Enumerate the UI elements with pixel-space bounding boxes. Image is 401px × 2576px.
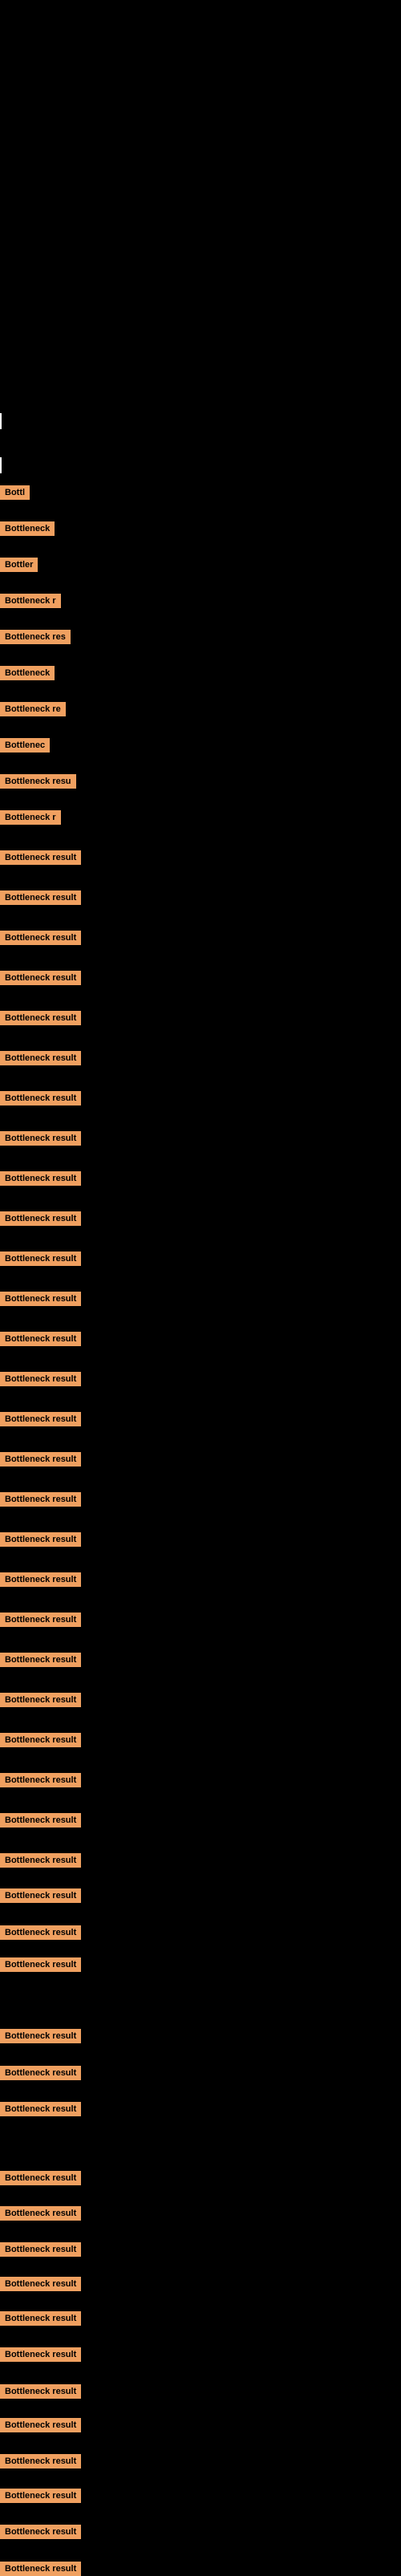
bottleneck-label-30: Bottleneck result bbox=[0, 1653, 81, 1667]
bottleneck-label-29: Bottleneck result bbox=[0, 1613, 81, 1627]
bottleneck-label-52: Bottleneck result bbox=[0, 2525, 81, 2539]
bottleneck-label-14: Bottleneck result bbox=[0, 1011, 81, 1025]
bottleneck-label-42: Bottleneck result bbox=[0, 2171, 81, 2185]
bottleneck-label-6: Bottleneck re bbox=[0, 702, 66, 716]
bottleneck-label-45: Bottleneck result bbox=[0, 2277, 81, 2291]
bottleneck-label-37: Bottleneck result bbox=[0, 1925, 81, 1940]
bottleneck-label-5: Bottleneck bbox=[0, 666, 55, 680]
bottleneck-label-12: Bottleneck result bbox=[0, 931, 81, 945]
bottleneck-label-7: Bottlenec bbox=[0, 738, 50, 753]
bottleneck-label-13: Bottleneck result bbox=[0, 971, 81, 985]
bottleneck-label-51: Bottleneck result bbox=[0, 2489, 81, 2503]
bottleneck-label-34: Bottleneck result bbox=[0, 1813, 81, 1828]
bottleneck-label-20: Bottleneck result bbox=[0, 1251, 81, 1266]
site-title bbox=[0, 4, 401, 17]
bottleneck-label-3: Bottleneck r bbox=[0, 594, 61, 608]
bottleneck-label-39: Bottleneck result bbox=[0, 2029, 81, 2043]
bottleneck-label-50: Bottleneck result bbox=[0, 2454, 81, 2468]
bottleneck-label-40: Bottleneck result bbox=[0, 2066, 81, 2080]
bottleneck-label-49: Bottleneck result bbox=[0, 2418, 81, 2432]
cursor-line-1 bbox=[0, 457, 2, 473]
bottleneck-label-18: Bottleneck result bbox=[0, 1171, 81, 1186]
bottleneck-label-17: Bottleneck result bbox=[0, 1131, 81, 1146]
bottleneck-label-31: Bottleneck result bbox=[0, 1693, 81, 1707]
bottleneck-label-15: Bottleneck result bbox=[0, 1051, 81, 1065]
bottleneck-label-24: Bottleneck result bbox=[0, 1412, 81, 1426]
bottleneck-label-1: Bottleneck bbox=[0, 521, 55, 536]
bottleneck-label-10: Bottleneck result bbox=[0, 850, 81, 865]
bottleneck-label-19: Bottleneck result bbox=[0, 1211, 81, 1226]
bottleneck-label-35: Bottleneck result bbox=[0, 1853, 81, 1868]
bottleneck-label-8: Bottleneck resu bbox=[0, 774, 76, 789]
bottleneck-label-46: Bottleneck result bbox=[0, 2311, 81, 2326]
bottleneck-label-21: Bottleneck result bbox=[0, 1292, 81, 1306]
bottleneck-label-22: Bottleneck result bbox=[0, 1332, 81, 1346]
bottleneck-label-11: Bottleneck result bbox=[0, 890, 81, 905]
bottleneck-label-28: Bottleneck result bbox=[0, 1572, 81, 1587]
bottleneck-label-53: Bottleneck result bbox=[0, 2562, 81, 2576]
bottleneck-label-0: Bottl bbox=[0, 485, 30, 500]
bottleneck-label-27: Bottleneck result bbox=[0, 1532, 81, 1547]
bottleneck-label-23: Bottleneck result bbox=[0, 1372, 81, 1386]
cursor-line-0 bbox=[0, 413, 2, 429]
bottleneck-label-33: Bottleneck result bbox=[0, 1773, 81, 1787]
bottleneck-label-44: Bottleneck result bbox=[0, 2242, 81, 2257]
bottleneck-label-25: Bottleneck result bbox=[0, 1452, 81, 1466]
bottleneck-label-4: Bottleneck res bbox=[0, 630, 71, 644]
bottleneck-label-47: Bottleneck result bbox=[0, 2347, 81, 2362]
bottleneck-label-9: Bottleneck r bbox=[0, 810, 61, 825]
bottleneck-label-32: Bottleneck result bbox=[0, 1733, 81, 1747]
bottleneck-label-26: Bottleneck result bbox=[0, 1492, 81, 1507]
bottleneck-label-36: Bottleneck result bbox=[0, 1888, 81, 1903]
bottleneck-label-41: Bottleneck result bbox=[0, 2102, 81, 2116]
bottleneck-label-43: Bottleneck result bbox=[0, 2206, 81, 2221]
bottleneck-label-38: Bottleneck result bbox=[0, 1957, 81, 1972]
bottleneck-label-16: Bottleneck result bbox=[0, 1091, 81, 1105]
bottleneck-label-48: Bottleneck result bbox=[0, 2384, 81, 2399]
bottleneck-label-2: Bottler bbox=[0, 558, 38, 572]
